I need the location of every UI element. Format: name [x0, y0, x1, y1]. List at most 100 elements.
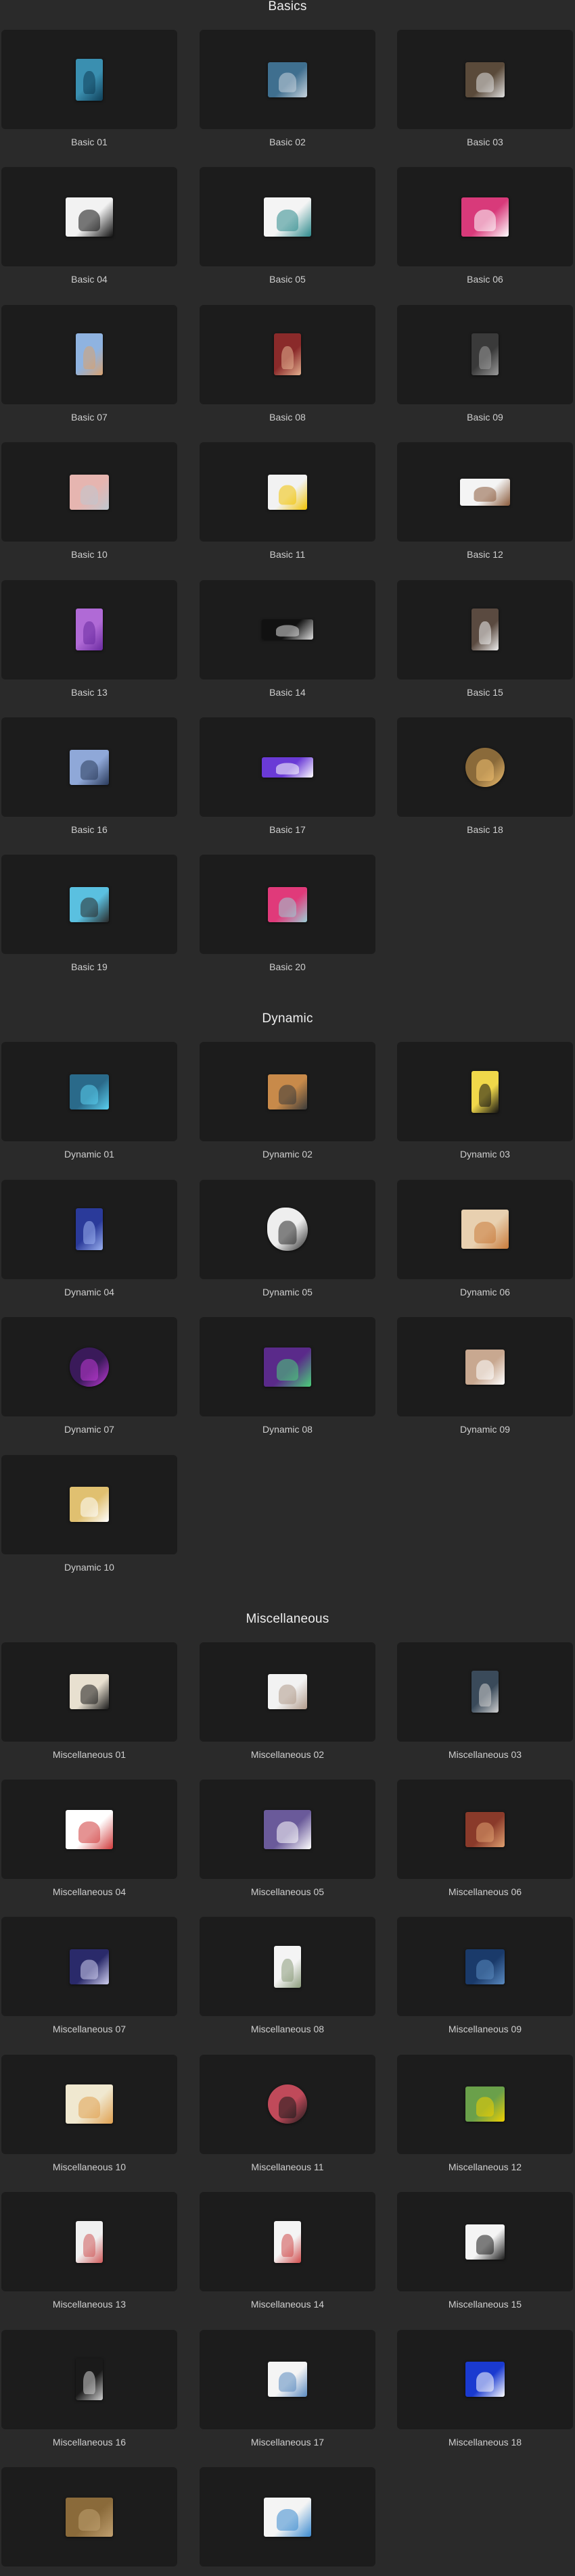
template-card-basic-01[interactable] — [1, 30, 177, 129]
template-card-label: Miscellaneous 02 — [250, 1748, 325, 1760]
thumbnail-figure — [83, 71, 95, 95]
template-card-miscellaneous-04[interactable] — [1, 1780, 177, 1879]
template-card-label: Dynamic 03 — [460, 1149, 510, 1160]
template-card-basic-05[interactable] — [200, 167, 375, 267]
template-card-basic-17[interactable] — [200, 717, 375, 817]
template-card-label: Dynamic 07 — [64, 1424, 114, 1435]
template-card-dynamic-07[interactable] — [1, 1317, 177, 1417]
profile-card-icon — [460, 478, 510, 506]
template-card-basic-09[interactable] — [397, 304, 573, 404]
portrait-thumbnail-icon — [465, 747, 505, 787]
template-card-label: Basic 14 — [269, 686, 306, 698]
social-post-icon — [274, 2220, 301, 2263]
template-card-basic-20[interactable] — [200, 855, 375, 955]
poster-thumbnail-icon — [264, 1809, 311, 1849]
template-card-dynamic-10[interactable] — [1, 1454, 177, 1554]
thumbnail-figure — [80, 1684, 98, 1704]
template-card-basic-07[interactable] — [1, 304, 177, 404]
collage-thumbnail-icon — [76, 333, 103, 376]
template-card-dynamic-08[interactable] — [200, 1317, 375, 1417]
collage-thumbnail-icon — [461, 1210, 509, 1249]
thumbnail-figure — [78, 2509, 100, 2531]
portrait-thumbnail-icon — [70, 886, 109, 922]
template-card-label: Miscellaneous 04 — [52, 1886, 127, 1897]
photo-thumbnail-icon — [465, 1949, 505, 1984]
template-card-miscellaneous-02[interactable] — [200, 1642, 375, 1742]
thumbnail-figure — [476, 2372, 494, 2392]
template-card-label: Basic 16 — [71, 824, 108, 835]
template-card-dynamic-04[interactable] — [1, 1179, 177, 1279]
template-card-dynamic-02[interactable] — [200, 1042, 375, 1142]
template-card-miscellaneous-03[interactable] — [397, 1642, 573, 1742]
template-card-basic-14[interactable] — [200, 579, 375, 679]
template-card-miscellaneous-06[interactable] — [397, 1780, 573, 1879]
template-card-basic-03[interactable] — [397, 30, 573, 129]
template-card-label: Basic 06 — [467, 274, 503, 285]
template-card-miscellaneous-14[interactable] — [200, 2192, 375, 2292]
thumbnail-figure — [80, 1959, 98, 1980]
template-card-basic-15[interactable] — [397, 579, 573, 679]
polaroid-stack-icon — [465, 2224, 505, 2260]
template-card-miscellaneous-01[interactable] — [1, 1642, 177, 1742]
template-card-basic-04[interactable] — [1, 167, 177, 267]
landscape-thumbnail-icon — [268, 62, 307, 97]
template-card-miscellaneous-19[interactable] — [1, 2467, 177, 2567]
section-title: Miscellaneous — [246, 1611, 329, 1626]
template-card-dynamic-03[interactable] — [397, 1042, 573, 1142]
thumbnail-figure — [80, 485, 98, 505]
template-card-miscellaneous-07[interactable] — [1, 1917, 177, 2017]
portrait-thumbnail-icon — [267, 1208, 308, 1251]
template-card-label: Miscellaneous 17 — [250, 2436, 325, 2448]
thumbnail-figure — [277, 2509, 298, 2531]
template-card-dynamic-09[interactable] — [397, 1317, 573, 1417]
template-card-basic-06[interactable] — [397, 167, 573, 267]
portrait-thumbnail-icon — [70, 1347, 109, 1387]
template-card-miscellaneous-12[interactable] — [397, 2054, 573, 2154]
template-card-miscellaneous-15[interactable] — [397, 2192, 573, 2292]
template-card-basic-16[interactable] — [1, 717, 177, 817]
template-card-miscellaneous-10[interactable] — [1, 2054, 177, 2154]
portrait-thumbnail-icon — [472, 1070, 499, 1113]
template-card-basic-10[interactable] — [1, 442, 177, 542]
thumbnail-figure — [476, 759, 494, 782]
template-card-dynamic-05[interactable] — [200, 1179, 375, 1279]
template-card-miscellaneous-13[interactable] — [1, 2192, 177, 2292]
template-card-label: Basic 08 — [269, 411, 306, 423]
template-card-miscellaneous-09[interactable] — [397, 1917, 573, 2017]
template-card-basic-12[interactable] — [397, 442, 573, 542]
portrait-thumbnail-icon — [264, 197, 311, 237]
template-card-basic-18[interactable] — [397, 717, 573, 817]
thumbnail-figure — [279, 2096, 296, 2118]
template-card-label: Dynamic 02 — [262, 1149, 313, 1160]
template-card-miscellaneous-16[interactable] — [1, 2329, 177, 2429]
thumbnail-figure — [479, 1684, 491, 1707]
template-card-dynamic-06[interactable] — [397, 1179, 573, 1279]
portrait-thumbnail-icon — [461, 197, 509, 237]
template-card-basic-08[interactable] — [200, 304, 375, 404]
template-card-label: Basic 19 — [71, 961, 108, 973]
template-card-miscellaneous-17[interactable] — [200, 2329, 375, 2429]
thumbnail-figure — [479, 1083, 491, 1107]
portrait-thumbnail-icon — [76, 609, 103, 651]
template-card-label: Basic 17 — [269, 824, 306, 835]
template-card-label: Miscellaneous 07 — [52, 2024, 127, 2035]
template-card-dynamic-01[interactable] — [1, 1042, 177, 1142]
thumbnail-figure — [281, 2233, 294, 2257]
template-card-basic-11[interactable] — [200, 442, 375, 542]
thumbnail-figure — [474, 1221, 496, 1243]
polaroid-icon — [274, 1945, 301, 1988]
template-card-miscellaneous-08[interactable] — [200, 1917, 375, 2017]
template-card-basic-13[interactable] — [1, 579, 177, 679]
template-card-label: Basic 15 — [467, 686, 503, 698]
template-card-miscellaneous-05[interactable] — [200, 1780, 375, 1879]
thumbnail-figure — [80, 760, 98, 780]
thumbnail-figure — [474, 209, 496, 231]
template-card-basic-02[interactable] — [200, 30, 375, 129]
template-card-miscellaneous-20[interactable] — [200, 2467, 375, 2567]
template-card-label: Basic 13 — [71, 686, 108, 698]
thumbnail-figure — [476, 72, 494, 93]
template-card-label: Miscellaneous 15 — [448, 2299, 522, 2310]
template-card-basic-19[interactable] — [1, 855, 177, 955]
template-card-miscellaneous-18[interactable] — [397, 2329, 573, 2429]
template-card-miscellaneous-11[interactable] — [200, 2054, 375, 2154]
